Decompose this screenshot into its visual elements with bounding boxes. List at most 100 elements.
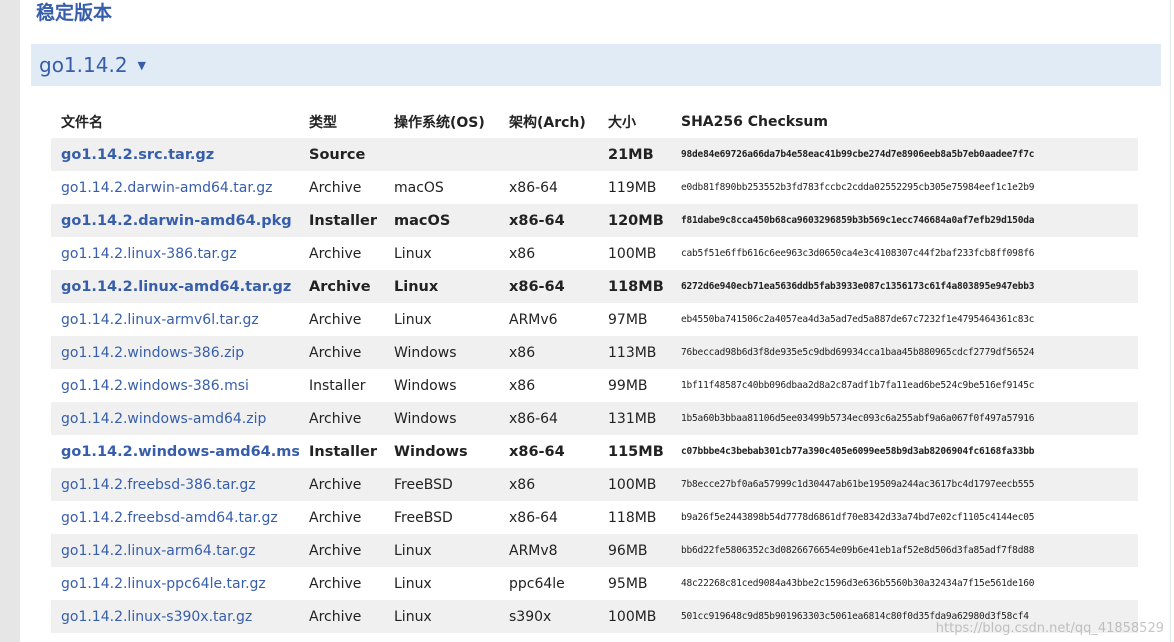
- table-row: go1.14.2.darwin-amd64.pkg Installer macOS x…: [51, 204, 1138, 237]
- table-row: go1.14.2.windows-amd64.msi Installer Windo…: [51, 435, 1138, 468]
- cell-os: [384, 138, 499, 171]
- cell-arch: x86: [499, 336, 598, 369]
- cell-arch: x86: [499, 468, 598, 501]
- cell-kind: Archive: [299, 501, 384, 534]
- cell-arch: x86-64: [499, 171, 598, 204]
- download-link[interactable]: go1.14.2.windows-amd64.msi: [61, 444, 299, 460]
- cell-os: FreeBSD: [384, 468, 499, 501]
- version-toggle[interactable]: go1.14.2 ▼: [31, 44, 1161, 86]
- left-rail: [0, 0, 20, 642]
- downloads-table-wrap: 文件名 类型 操作系统(OS) 架构(Arch) 大小 SHA256 Check…: [51, 105, 1138, 633]
- cell-kind: Archive: [299, 600, 384, 633]
- cell-checksum: bb6d22fe5806352c3d0826676654e09b6e41eb1a…: [671, 534, 1138, 567]
- cell-arch: ARMv6: [499, 303, 598, 336]
- section-title: 稳定版本: [36, 2, 113, 24]
- cell-filename: go1.14.2.windows-386.zip: [51, 336, 299, 369]
- table-row: go1.14.2.linux-amd64.tar.gz Archive Linux x…: [51, 270, 1138, 303]
- cell-size: 100MB: [598, 237, 671, 270]
- cell-size: 118MB: [598, 501, 671, 534]
- cell-arch: x86-64: [499, 270, 598, 303]
- cell-size: 120MB: [598, 204, 671, 237]
- table-row: go1.14.2.linux-arm64.tar.gz Archive Linux A…: [51, 534, 1138, 567]
- download-link[interactable]: go1.14.2.windows-386.msi: [61, 378, 249, 394]
- right-border: [1170, 0, 1171, 642]
- download-link[interactable]: go1.14.2.freebsd-amd64.tar.gz: [61, 510, 278, 526]
- cell-kind: Installer: [299, 369, 384, 402]
- table-row: go1.14.2.linux-386.tar.gz Archive Linux x86…: [51, 237, 1138, 270]
- cell-os: macOS: [384, 171, 499, 204]
- cell-os: Windows: [384, 369, 499, 402]
- cell-arch: [499, 138, 598, 171]
- cell-filename: go1.14.2.linux-amd64.tar.gz: [51, 270, 299, 303]
- cell-checksum: 98de84e69726a66da7b4e58eac41b99cbe274d7e…: [671, 138, 1138, 171]
- download-link[interactable]: go1.14.2.linux-amd64.tar.gz: [61, 279, 291, 295]
- cell-filename: go1.14.2.linux-ppc64le.tar.gz: [51, 567, 299, 600]
- cell-os: Windows: [384, 336, 499, 369]
- cell-filename: go1.14.2.src.tar.gz: [51, 138, 299, 171]
- download-link[interactable]: go1.14.2.darwin-amd64.tar.gz: [61, 180, 273, 196]
- cell-kind: Installer: [299, 204, 384, 237]
- cell-kind: Archive: [299, 567, 384, 600]
- download-link[interactable]: go1.14.2.linux-arm64.tar.gz: [61, 543, 256, 559]
- cell-arch: x86-64: [499, 204, 598, 237]
- cell-checksum: 501cc919648c9d85b901963303c5061ea6814c80…: [671, 600, 1138, 633]
- cell-filename: go1.14.2.darwin-amd64.tar.gz: [51, 171, 299, 204]
- table-row: go1.14.2.linux-armv6l.tar.gz Archive Linux…: [51, 303, 1138, 336]
- cell-checksum: cab5f51e6ffb616c6ee963c3d0650ca4e3c41083…: [671, 237, 1138, 270]
- cell-arch: x86: [499, 369, 598, 402]
- cell-arch: ARMv8: [499, 534, 598, 567]
- download-link[interactable]: go1.14.2.linux-ppc64le.tar.gz: [61, 576, 266, 592]
- cell-arch: x86-64: [499, 435, 598, 468]
- cell-os: Linux: [384, 534, 499, 567]
- cell-size: 100MB: [598, 600, 671, 633]
- download-link[interactable]: go1.14.2.freebsd-386.tar.gz: [61, 477, 256, 493]
- cell-size: 95MB: [598, 567, 671, 600]
- cell-checksum: f81dabe9c8cca450b68ca9603296859b3b569c1e…: [671, 204, 1138, 237]
- table-row: go1.14.2.darwin-amd64.tar.gz Archive macOS…: [51, 171, 1138, 204]
- header-os: 操作系统(OS): [394, 114, 485, 131]
- downloads-table: 文件名 类型 操作系统(OS) 架构(Arch) 大小 SHA256 Check…: [51, 105, 1138, 633]
- download-link[interactable]: go1.14.2.linux-s390x.tar.gz: [61, 609, 252, 625]
- cell-checksum: b9a26f5e2443898b54d7778d6861df70e8342d33…: [671, 501, 1138, 534]
- page: 稳定版本 go1.14.2 ▼ 文件名 类型 操作系统(OS) 架构(Arch)…: [0, 0, 1174, 642]
- cell-kind: Archive: [299, 468, 384, 501]
- cell-os: Linux: [384, 270, 499, 303]
- cell-arch: x86-64: [499, 402, 598, 435]
- cell-os: Windows: [384, 402, 499, 435]
- cell-filename: go1.14.2.windows-amd64.zip: [51, 402, 299, 435]
- cell-kind: Archive: [299, 171, 384, 204]
- cell-size: 96MB: [598, 534, 671, 567]
- download-link[interactable]: go1.14.2.windows-386.zip: [61, 345, 244, 361]
- header-checksum: SHA256 Checksum: [681, 113, 828, 130]
- download-link[interactable]: go1.14.2.darwin-amd64.pkg: [61, 213, 292, 229]
- cell-size: 131MB: [598, 402, 671, 435]
- cell-size: 99MB: [598, 369, 671, 402]
- table-header-row: 文件名 类型 操作系统(OS) 架构(Arch) 大小 SHA256 Check…: [51, 105, 1138, 138]
- cell-filename: go1.14.2.windows-amd64.msi: [51, 435, 299, 468]
- download-link[interactable]: go1.14.2.windows-amd64.zip: [61, 411, 266, 427]
- cell-filename: go1.14.2.linux-arm64.tar.gz: [51, 534, 299, 567]
- download-link[interactable]: go1.14.2.src.tar.gz: [61, 147, 214, 163]
- cell-kind: Source: [299, 138, 384, 171]
- cell-os: FreeBSD: [384, 501, 499, 534]
- triangle-down-icon: ▼: [137, 58, 147, 72]
- cell-checksum: 6272d6e940ecb71ea5636ddb5fab3933e087c135…: [671, 270, 1138, 303]
- cell-filename: go1.14.2.windows-386.msi: [51, 369, 299, 402]
- cell-kind: Archive: [299, 237, 384, 270]
- header-size: 大小: [608, 114, 636, 131]
- cell-filename: go1.14.2.darwin-amd64.pkg: [51, 204, 299, 237]
- cell-kind: Archive: [299, 270, 384, 303]
- cell-checksum: 7b8ecce27bf0a6a57999c1d30447ab61be19509a…: [671, 468, 1138, 501]
- cell-filename: go1.14.2.freebsd-amd64.tar.gz: [51, 501, 299, 534]
- cell-os: Linux: [384, 600, 499, 633]
- download-link[interactable]: go1.14.2.linux-armv6l.tar.gz: [61, 312, 259, 328]
- table-row: go1.14.2.windows-386.zip Archive Windows x8…: [51, 336, 1138, 369]
- table-row: go1.14.2.freebsd-386.tar.gz Archive FreeBS…: [51, 468, 1138, 501]
- header-filename: 文件名: [61, 114, 103, 131]
- cell-size: 100MB: [598, 468, 671, 501]
- download-link[interactable]: go1.14.2.linux-386.tar.gz: [61, 246, 237, 262]
- cell-filename: go1.14.2.linux-s390x.tar.gz: [51, 600, 299, 633]
- cell-kind: Archive: [299, 534, 384, 567]
- cell-kind: Archive: [299, 303, 384, 336]
- cell-filename: go1.14.2.freebsd-386.tar.gz: [51, 468, 299, 501]
